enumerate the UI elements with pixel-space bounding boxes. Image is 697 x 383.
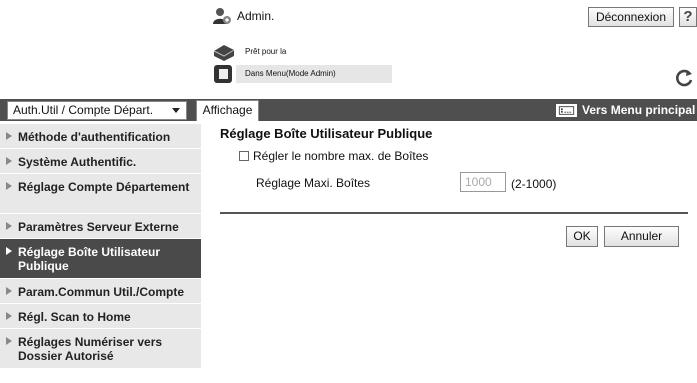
max-boxes-label: Réglage Maxi. Boîtes [256, 176, 371, 190]
sidebar-item-label: Réglage Boîte Utilisateur Publique [18, 245, 161, 273]
printer-icon [214, 65, 232, 83]
sidebar-item-label: Régl. Scan to Home [18, 310, 131, 324]
sidebar-item-label: Méthode d'authentification [18, 130, 171, 144]
max-boxes-input[interactable]: 1000 [460, 172, 506, 192]
sidebar-item-label: Réglages Numériser vers Dossier Autorisé [18, 335, 163, 363]
divider [220, 212, 688, 214]
menu-screen-icon[interactable] [556, 104, 577, 117]
sidebar-item-auth-system[interactable]: Système Authentific. [0, 149, 201, 174]
refresh-icon[interactable] [674, 68, 694, 88]
arrow-right-icon [6, 182, 12, 190]
arrow-right-icon [6, 312, 12, 320]
sidebar-item-account-department[interactable]: Réglage Compte Département [0, 174, 201, 214]
page-title: Réglage Boîte Utilisateur Publique [220, 126, 433, 141]
status-text: Prêt pour la lecture [245, 47, 287, 74]
ok-button[interactable]: OK [566, 226, 598, 247]
arrow-right-icon [6, 287, 12, 295]
category-select-value: Auth.Util / Compte Départ. [13, 103, 154, 117]
arrow-right-icon [6, 132, 12, 140]
arrow-right-icon [6, 222, 12, 230]
user-name: Admin. [237, 9, 275, 23]
sidebar-item-public-user-box[interactable]: Réglage Boîte Utilisateur Publique [0, 239, 201, 279]
max-boxes-checkbox-label: Régler le nombre max. de Boîtes [253, 149, 429, 163]
sidebar-item-common-user-account[interactable]: Param.Commun Util./Compte [0, 279, 201, 304]
admin-user-icon [213, 8, 231, 24]
nav-bar: Auth.Util / Compte Départ. Affichage Ver… [0, 99, 697, 121]
range-hint: (2-1000) [511, 177, 557, 191]
sidebar-item-label: Réglage Compte Département [18, 180, 190, 194]
sidebar-item-label: Param.Commun Util./Compte [18, 285, 185, 299]
max-boxes-checkbox-row[interactable]: Régler le nombre max. de Boîtes [239, 149, 428, 163]
logout-button[interactable]: Déconnexion [588, 7, 674, 27]
sidebar-item-authentication-method[interactable]: Méthode d'authentification [0, 124, 201, 149]
chevron-down-icon [172, 108, 180, 113]
status-text: Dans Menu(Mode Admin) [236, 65, 392, 83]
sidebar-item-label: Système Authentific. [18, 155, 137, 169]
tab-affichage[interactable]: Affichage [196, 100, 259, 121]
category-select[interactable]: Auth.Util / Compte Départ. [7, 101, 187, 120]
sidebar-item-scan-to-home[interactable]: Régl. Scan to Home [0, 304, 201, 329]
arrow-right-icon [6, 247, 12, 255]
scanner-icon [213, 45, 235, 61]
max-boxes-checkbox[interactable] [239, 151, 249, 161]
sidebar: Méthode d'authentification Système Authe… [0, 124, 201, 369]
sidebar-item-external-server[interactable]: Paramètres Serveur Externe [0, 214, 201, 239]
arrow-right-icon [6, 337, 12, 345]
arrow-right-icon [6, 157, 12, 165]
sidebar-item-scan-to-authorized-folder[interactable]: Réglages Numériser vers Dossier Autorisé [0, 329, 201, 369]
header-bar: Admin. Déconnexion ? [212, 4, 697, 28]
main-menu-link[interactable]: Vers Menu principal [582, 101, 695, 119]
sidebar-item-label: Paramètres Serveur Externe [18, 220, 179, 234]
help-button[interactable]: ? [679, 7, 697, 27]
cancel-button[interactable]: Annuler [604, 226, 679, 247]
